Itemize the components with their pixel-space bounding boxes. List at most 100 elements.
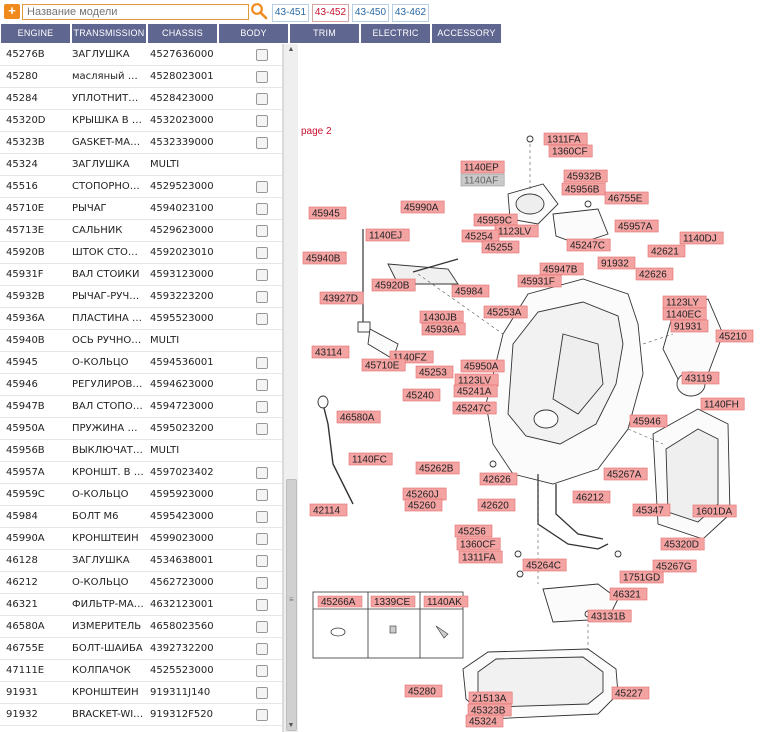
- part-callout[interactable]: 45253: [415, 365, 454, 379]
- part-row[interactable]: 46755E БОЛТ-ШАЙБА 4392732200: [0, 638, 282, 660]
- part-row[interactable]: 45276B ЗАГЛУШКА 4527636000: [0, 44, 282, 66]
- part-callout[interactable]: 45984: [451, 284, 490, 298]
- part-row[interactable]: 47111E КОЛПАЧОК 4525523000: [0, 660, 282, 682]
- part-callout[interactable]: 1123LV: [454, 373, 499, 387]
- part-callout[interactable]: 45940B: [302, 251, 347, 265]
- legend-callout-label[interactable]: 1339CE: [374, 597, 410, 608]
- part-row[interactable]: 45710E РЫЧАГ 4594023100: [0, 198, 282, 220]
- part-callout[interactable]: 45260: [404, 498, 443, 512]
- part-callout[interactable]: 45320D: [660, 537, 705, 551]
- part-callout[interactable]: 45324: [465, 714, 504, 728]
- part-checkbox[interactable]: [256, 643, 268, 655]
- part-checkbox[interactable]: [256, 555, 268, 567]
- part-checkbox[interactable]: [256, 225, 268, 237]
- part-callout[interactable]: 45264C: [522, 558, 567, 572]
- part-checkbox[interactable]: [256, 577, 268, 589]
- part-row[interactable]: 45280 масляный поддон 4528023001: [0, 66, 282, 88]
- part-callout[interactable]: 42621: [647, 244, 686, 258]
- part-row[interactable]: 45959C О-КОЛЬЦО 4595923000: [0, 484, 282, 506]
- part-row[interactable]: 46212 О-КОЛЬЦО 4562723000: [0, 572, 282, 594]
- category-transmission[interactable]: TRANSMISSION: [72, 24, 147, 43]
- part-row[interactable]: 45284 УПЛОТНИТЕЛЬ 4528423000: [0, 88, 282, 110]
- part-callout[interactable]: 45267A: [603, 467, 648, 481]
- part-callout[interactable]: 45254: [461, 229, 500, 243]
- part-row[interactable]: 45984 БОЛТ М6 4595423000: [0, 506, 282, 528]
- scroll-down-arrow-icon[interactable]: ▼: [284, 720, 298, 732]
- part-callout[interactable]: 45227: [611, 686, 650, 700]
- part-callout[interactable]: 45947B: [539, 262, 584, 276]
- parts-scrollbar[interactable]: ▲ ≡ ▼: [283, 44, 298, 732]
- part-checkbox[interactable]: [256, 401, 268, 413]
- model-search-input[interactable]: [22, 4, 249, 20]
- part-checkbox[interactable]: [256, 621, 268, 633]
- part-row[interactable]: 46580A ИЗМЕРИТЕЛЬ 4658023560: [0, 616, 282, 638]
- part-callout[interactable]: 1140DJ: [679, 231, 724, 245]
- part-callout[interactable]: 45957A: [614, 219, 659, 233]
- category-body[interactable]: BODY: [219, 24, 289, 43]
- part-callout[interactable]: 45262B: [415, 461, 460, 475]
- part-checkbox[interactable]: [256, 511, 268, 523]
- part-row[interactable]: 45320D КРЫШКА В СБОРЕ 4532023000: [0, 110, 282, 132]
- part-callout[interactable]: 46580A: [336, 410, 381, 424]
- part-row[interactable]: 45990A КРОНШТЕЙН 4599023000: [0, 528, 282, 550]
- part-callout[interactable]: 1140FC: [348, 452, 393, 466]
- part-callout[interactable]: 45959C: [473, 213, 518, 227]
- part-callout[interactable]: 1123LY: [662, 295, 707, 309]
- part-callout[interactable]: 45950A: [460, 359, 505, 373]
- part-row[interactable]: 45932B РЫЧАГ-РУЧНОЙ 4593223200: [0, 286, 282, 308]
- part-callout[interactable]: 1140EP: [460, 160, 505, 174]
- legend-callout-label[interactable]: 1140AK: [427, 597, 462, 608]
- part-callout[interactable]: 45256: [454, 524, 493, 538]
- part-callout[interactable]: 45347: [632, 503, 671, 517]
- part-callout[interactable]: 45280: [404, 684, 443, 698]
- part-row[interactable]: 45945 О-КОЛЬЦО 4594536001: [0, 352, 282, 374]
- part-callout[interactable]: 1140EJ: [365, 228, 410, 242]
- add-button[interactable]: +: [4, 4, 20, 19]
- part-row[interactable]: 45323B GASKET-MANUAL 4532339000: [0, 132, 282, 154]
- category-accessory[interactable]: ACCESSORY: [432, 24, 502, 43]
- part-row[interactable]: 45956B ВЫКЛЮЧАТЕЛЬ MULTI: [0, 440, 282, 462]
- part-checkbox[interactable]: [256, 665, 268, 677]
- part-callout[interactable]: 1430JB: [419, 310, 464, 324]
- part-callout[interactable]: 21513A: [468, 691, 513, 705]
- part-callout[interactable]: 45240: [402, 388, 441, 402]
- part-callout[interactable]: 46321: [609, 587, 648, 601]
- part-callout[interactable]: 42626: [479, 472, 518, 486]
- category-engine[interactable]: ENGINE: [1, 24, 71, 43]
- part-callout[interactable]: 45956B: [561, 182, 606, 196]
- part-row[interactable]: 45516 СТОПОРНОЕ КОЛЬЦО 4529523000: [0, 176, 282, 198]
- part-callout[interactable]: 43119: [681, 371, 720, 385]
- legend-callout-label[interactable]: 45266A: [321, 597, 356, 608]
- category-trim[interactable]: TRIM: [290, 24, 360, 43]
- part-callout[interactable]: 91931: [670, 319, 709, 333]
- part-checkbox[interactable]: [256, 115, 268, 127]
- part-callout[interactable]: 1360CF: [456, 537, 501, 551]
- part-callout[interactable]: 1311FA: [458, 550, 503, 564]
- part-callout[interactable]: 45936A: [421, 322, 466, 336]
- part-checkbox[interactable]: [256, 291, 268, 303]
- part-checkbox[interactable]: [256, 181, 268, 193]
- scrollbar-thumb[interactable]: ≡: [286, 479, 297, 731]
- part-checkbox[interactable]: [256, 533, 268, 545]
- scroll-up-arrow-icon[interactable]: ▲: [284, 44, 298, 56]
- part-callout[interactable]: 45210: [715, 329, 754, 343]
- part-callout[interactable]: 1123LV: [494, 224, 539, 238]
- part-row[interactable]: 45947B ВАЛ СТОПОРА 4594723000: [0, 396, 282, 418]
- part-row[interactable]: 45950A ПРУЖИНА СТОП 4595023200: [0, 418, 282, 440]
- part-row[interactable]: 45931F ВАЛ СТОЙКИ 4593123000: [0, 264, 282, 286]
- part-callout[interactable]: 1140FH: [700, 397, 745, 411]
- part-callout[interactable]: 42626: [635, 267, 674, 281]
- part-callout[interactable]: 1360CF: [548, 144, 593, 158]
- part-callout[interactable]: 43114: [311, 345, 350, 359]
- part-checkbox[interactable]: [256, 599, 268, 611]
- part-callout[interactable]: 43927D: [319, 291, 364, 305]
- tab-page-4[interactable]: 43-462: [392, 4, 429, 22]
- part-callout[interactable]: 45946: [629, 414, 668, 428]
- category-electric[interactable]: ELECTRIC: [361, 24, 431, 43]
- tab-page-3[interactable]: 43-450: [352, 4, 389, 22]
- tab-page-1[interactable]: 43-451: [272, 4, 309, 22]
- part-callout[interactable]: 45945: [308, 206, 347, 220]
- part-checkbox[interactable]: [256, 203, 268, 215]
- category-chassis[interactable]: CHASSIS: [148, 24, 218, 43]
- part-row[interactable]: 45920B ШТОК СТОПОРА 4592023010: [0, 242, 282, 264]
